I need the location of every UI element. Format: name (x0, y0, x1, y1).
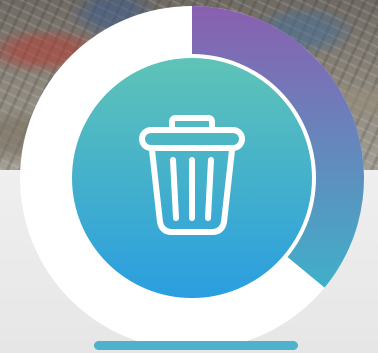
progress-ring (20, 6, 365, 350)
underline-bar (94, 341, 298, 350)
stage (0, 0, 378, 353)
